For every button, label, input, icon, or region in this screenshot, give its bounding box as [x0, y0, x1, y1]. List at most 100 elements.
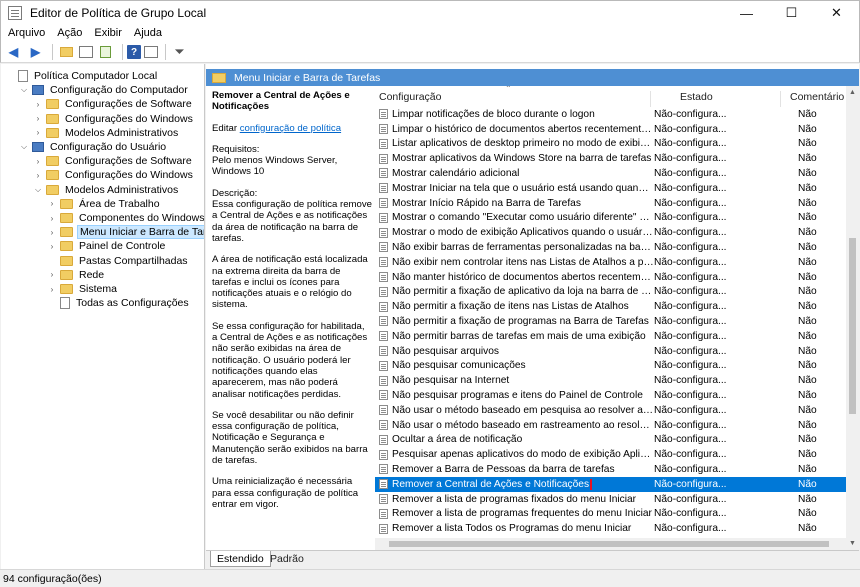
setting-name-cell: Não manter histórico de documentos abert…: [392, 272, 654, 283]
table-row[interactable]: Mostrar o comando "Executar como usuário…: [375, 211, 846, 226]
tree-item[interactable]: › Configurações do Windows: [33, 168, 195, 182]
table-row[interactable]: Remover a Barra de Pessoas da barra de t…: [375, 462, 846, 477]
expander-icon[interactable]: ›: [33, 157, 43, 166]
table-row[interactable]: Não pesquisar programas e itens do Paine…: [375, 388, 846, 403]
scroll-down-icon[interactable]: ▼: [846, 537, 859, 550]
tree-item[interactable]: › Configurações do Windows: [33, 112, 195, 126]
scroll-thumb[interactable]: [389, 541, 829, 547]
scroll-up-icon[interactable]: ▲: [846, 86, 859, 99]
tree-item[interactable]: › Modelos Administrativos: [33, 126, 180, 140]
menu-file[interactable]: Arquivo: [1, 27, 51, 39]
tree-item[interactable]: › Área de Trabalho: [47, 197, 162, 211]
table-row[interactable]: Mostrar calendário adicional Não-configur…: [375, 166, 846, 181]
expander-icon[interactable]: ⌵: [19, 85, 29, 95]
setting-name-cell: Remover a Central de Ações e Notificaçõe…: [392, 478, 654, 490]
tree-item[interactable]: › Menu Iniciar e Barra de Tarefas: [47, 225, 204, 240]
table-row[interactable]: Não exibir barras de ferramentas persona…: [375, 240, 846, 255]
table-row[interactable]: Remover a lista Todos os Programas do me…: [375, 521, 846, 536]
expander-icon[interactable]: ›: [47, 242, 57, 251]
tree-item[interactable]: Política Computador Local: [5, 69, 159, 83]
export-list-icon[interactable]: [96, 44, 115, 61]
table-row[interactable]: Não pesquisar na Internet Não-configura..…: [375, 373, 846, 388]
expander-icon[interactable]: ›: [47, 285, 57, 294]
expander-icon[interactable]: ›: [33, 114, 43, 123]
expander-icon[interactable]: ›: [47, 214, 57, 223]
minimize-button[interactable]: —: [724, 1, 769, 25]
column-header-setting[interactable]: Configuração: [379, 91, 441, 103]
table-row[interactable]: Mostrar Início Rápido na Barra de Tarefa…: [375, 196, 846, 211]
expander-icon[interactable]: ›: [47, 270, 57, 279]
policy-setting-icon: [379, 523, 388, 534]
setting-state: Não-configura...: [654, 478, 727, 490]
setting-name: Remover a Central de Ações e Notificaçõe…: [392, 478, 593, 490]
help-icon[interactable]: ?: [127, 45, 141, 59]
tree-item[interactable]: ⌵ Configuração do Computador: [19, 83, 190, 97]
expander-icon[interactable]: ›: [33, 100, 43, 109]
close-button[interactable]: ✕: [814, 1, 859, 25]
tree-item[interactable]: › Rede: [47, 268, 106, 282]
table-row[interactable]: Não permitir a fixação de programas na B…: [375, 314, 846, 329]
table-row[interactable]: Não usar o método baseado em pesquisa ao…: [375, 403, 846, 418]
folder-icon: [60, 213, 73, 223]
menu-view[interactable]: Exibir: [88, 27, 128, 39]
tree-item[interactable]: › Configurações de Software: [33, 97, 194, 111]
expander-icon[interactable]: ›: [33, 128, 43, 137]
table-row[interactable]: Não permitir a fixação de itens nas List…: [375, 299, 846, 314]
setting-name: Não exibir barras de ferramentas persona…: [392, 241, 654, 253]
table-row[interactable]: Não exibir nem controlar itens nas Lista…: [375, 255, 846, 270]
expander-icon[interactable]: ›: [47, 228, 57, 237]
table-row[interactable]: Pesquisar apenas aplicativos do modo de …: [375, 447, 846, 462]
table-row[interactable]: Mostrar o modo de exibição Aplicativos q…: [375, 225, 846, 240]
menu-help[interactable]: Ajuda: [128, 27, 168, 39]
setting-state: Não-configura...: [654, 212, 727, 224]
filter-icon[interactable]: ⏷: [170, 44, 189, 61]
expander-icon[interactable]: ⌵: [19, 142, 29, 152]
tree-item[interactable]: Pastas Compartilhadas: [47, 254, 190, 268]
table-row[interactable]: Limpar notificações de bloco durante o l…: [375, 107, 846, 122]
table-row[interactable]: Não permitir a fixação de aplicativo da …: [375, 285, 846, 300]
tree-item[interactable]: › Painel de Controle: [47, 239, 167, 253]
setting-comment: Não: [798, 123, 817, 135]
tab-standard[interactable]: Padrão: [264, 551, 310, 567]
table-row[interactable]: Não pesquisar comunicações Não-configura.…: [375, 359, 846, 374]
table-row[interactable]: Não pesquisar arquivos Não-configura... Nã…: [375, 344, 846, 359]
tree-item[interactable]: ⌵ Configuração do Usuário: [19, 140, 168, 154]
table-row[interactable]: Não manter histórico de documentos abert…: [375, 270, 846, 285]
vertical-scrollbar[interactable]: ▲ ▼: [846, 86, 859, 550]
column-header-state[interactable]: Estado: [650, 91, 713, 107]
policy-setting-icon: [379, 301, 388, 312]
up-folder-icon[interactable]: [57, 44, 76, 61]
table-row[interactable]: Mostrar Iniciar na tela que o usuário es…: [375, 181, 846, 196]
table-row[interactable]: Remover a lista de programas frequentes …: [375, 507, 846, 522]
table-row[interactable]: Não permitir barras de tarefas em mais d…: [375, 329, 846, 344]
properties-icon[interactable]: [144, 46, 158, 58]
window-title: Editor de Política de Grupo Local: [30, 5, 207, 20]
table-row[interactable]: Remover a Central de Ações e Notificaçõe…: [375, 477, 846, 492]
tree-item[interactable]: › Configurações de Software: [33, 154, 194, 168]
table-row[interactable]: Mostrar aplicativos da Windows Store na …: [375, 151, 846, 166]
back-arrow-icon[interactable]: ◀: [4, 44, 23, 61]
tree-item[interactable]: › Sistema: [47, 282, 119, 296]
tab-extended[interactable]: Estendido: [210, 551, 271, 567]
expander-icon[interactable]: ›: [33, 171, 43, 180]
edit-policy-link[interactable]: configuração de política: [240, 123, 341, 134]
tree-item[interactable]: › Componentes do Windows: [47, 211, 204, 225]
forward-arrow-icon[interactable]: ▶: [26, 44, 45, 61]
table-row[interactable]: Remover a lista de programas fixados do …: [375, 492, 846, 507]
setting-comment: Não: [798, 197, 817, 209]
maximize-button[interactable]: ☐: [769, 1, 814, 25]
expander-icon[interactable]: ›: [47, 199, 57, 208]
show-hide-tree-icon[interactable]: [79, 46, 93, 58]
horizontal-scrollbar[interactable]: [375, 538, 846, 550]
tree-item[interactable]: ⌵ Modelos Administrativos: [33, 183, 180, 197]
table-row[interactable]: Ocultar a área de notificação Não-configu…: [375, 433, 846, 448]
table-row[interactable]: Listar aplicativos de desktop primeiro n…: [375, 137, 846, 152]
menu-action[interactable]: Ação: [51, 27, 88, 39]
column-header-comment[interactable]: Comentário: [780, 91, 846, 107]
table-row[interactable]: Limpar o histórico de documentos abertos…: [375, 122, 846, 137]
tree-item[interactable]: Todas as Configurações: [47, 296, 191, 310]
expander-icon[interactable]: ⌵: [33, 185, 43, 195]
table-row[interactable]: Não usar o método baseado em rastreament…: [375, 418, 846, 433]
scroll-thumb[interactable]: [849, 238, 856, 414]
setting-name: Pesquisar apenas aplicativos do modo de …: [392, 449, 654, 461]
